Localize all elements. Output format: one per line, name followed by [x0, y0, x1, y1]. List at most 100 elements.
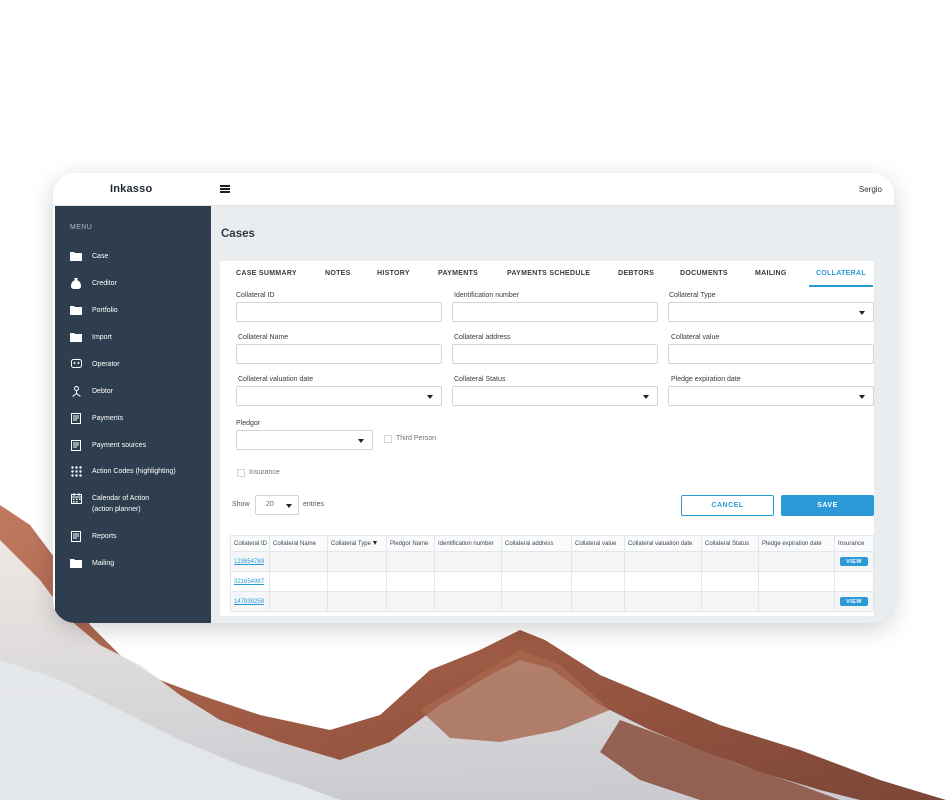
table-cell	[624, 571, 702, 592]
collateral-type-select[interactable]	[668, 302, 874, 322]
sidebar-item-label: Operator	[92, 361, 120, 368]
tab-collateral[interactable]: COLLATERAL	[816, 270, 866, 277]
collateral-name-label: Collateral Name	[238, 334, 289, 341]
sidebar-item-label: Payments	[92, 415, 124, 422]
tab-payments[interactable]: PAYMENTS	[438, 270, 478, 277]
column-header[interactable]: Collateral ID	[230, 535, 270, 552]
column-header[interactable]: Collateral valuation date	[624, 535, 702, 552]
pledgor-select[interactable]	[236, 430, 373, 450]
table-cell	[701, 591, 759, 612]
grid-dots-icon	[70, 466, 82, 477]
collateral-valuation-date-select[interactable]	[236, 386, 442, 406]
table-cell	[571, 571, 625, 592]
case-card: CASE SUMMARY NOTES HISTORY PAYMENTS PAYM…	[220, 261, 874, 616]
sidebar-item-label: Calendar of Action (action planner)	[92, 493, 149, 515]
table-cell: 123654789	[230, 551, 270, 572]
table-cell	[758, 551, 835, 572]
identification-number-input[interactable]	[452, 302, 658, 322]
document-icon	[70, 531, 82, 542]
app-window: Inkasso Sergio MENU Case Creditor Portfo…	[53, 173, 894, 623]
sidebar-item-label-line2: (action planner)	[92, 506, 141, 513]
cancel-button[interactable]: CANCEL	[681, 495, 774, 516]
table-cell	[571, 591, 625, 612]
table-cell	[701, 551, 759, 572]
column-header[interactable]: Collateral Name	[269, 535, 328, 552]
active-tab-indicator	[809, 285, 873, 287]
sidebar-item-label: Action Codes (highlighting)	[92, 468, 176, 475]
collateral-address-label: Collateral address	[454, 334, 511, 341]
sidebar-item-portfolio[interactable]: Portfolio	[70, 305, 118, 316]
tab-case-summary[interactable]: CASE SUMMARY	[236, 270, 297, 277]
sidebar-item-debtor[interactable]: Debtor	[70, 386, 113, 397]
column-header[interactable]: Collateral value	[571, 535, 625, 552]
sidebar-item-operator[interactable]: Operator	[70, 359, 120, 370]
operator-icon	[70, 359, 82, 370]
menu-title: MENU	[70, 224, 93, 231]
view-insurance-button[interactable]: VIEW	[840, 557, 868, 566]
insurance-label: Insurance	[249, 469, 280, 476]
collateral-name-input[interactable]	[236, 344, 442, 364]
collateral-id-label: Collateral ID	[236, 292, 275, 299]
column-header[interactable]: Collateral Status	[701, 535, 759, 552]
tab-payments-schedule[interactable]: PAYMENTS SCHEDULE	[507, 270, 590, 277]
column-header-label: Collateral Type	[331, 540, 371, 547]
table-cell: VIEW	[834, 591, 874, 612]
table-cell	[327, 571, 387, 592]
entries-label: entries	[303, 501, 325, 508]
sidebar-item-payments[interactable]: Payments	[70, 413, 123, 424]
sidebar-item-label: Debtor	[92, 388, 114, 395]
tab-debtors[interactable]: DEBTORS	[618, 270, 654, 277]
collateral-value-input[interactable]	[668, 344, 874, 364]
collateral-id-link[interactable]: 147939258	[234, 599, 264, 605]
collateral-id-input[interactable]	[236, 302, 442, 322]
sidebar-item-calendar[interactable]: Calendar of Action (action planner)	[70, 493, 149, 515]
view-insurance-button[interactable]: VIEW	[840, 597, 868, 606]
sidebar-item-creditor[interactable]: Creditor	[70, 278, 117, 289]
column-header[interactable]: Insurance	[834, 535, 874, 552]
page-title: Cases	[221, 228, 255, 240]
main-content: Cases CASE SUMMARY NOTES HISTORY PAYMENT…	[211, 206, 894, 623]
user-name[interactable]: Sergio	[859, 185, 882, 194]
collateral-address-input[interactable]	[452, 344, 658, 364]
sidebar-item-import[interactable]: Import	[70, 332, 112, 343]
column-header[interactable]: Identification number	[434, 535, 502, 552]
table-cell	[624, 591, 702, 612]
tab-notes[interactable]: NOTES	[325, 270, 351, 277]
tab-history[interactable]: HISTORY	[377, 270, 410, 277]
insurance-checkbox[interactable]	[237, 469, 245, 477]
sidebar-item-action-codes[interactable]: Action Codes (highlighting)	[70, 466, 176, 477]
table-cell	[327, 591, 387, 612]
collateral-value-label: Collateral value	[671, 334, 720, 341]
collateral-status-select[interactable]	[452, 386, 658, 406]
column-header-sorted[interactable]: Collateral Type	[327, 535, 387, 552]
table-cell	[701, 571, 759, 592]
table-header-row: Collateral ID Collateral Name Collateral…	[230, 535, 874, 552]
table-cell	[386, 571, 435, 592]
table-cell: 321654987	[230, 571, 270, 592]
folder-icon	[70, 251, 82, 262]
collateral-valuation-date-label: Collateral valuation date	[238, 376, 314, 383]
column-header[interactable]: Pledgor Name	[386, 535, 435, 552]
table-cell	[327, 551, 387, 572]
collateral-id-link[interactable]: 321654987	[234, 579, 264, 585]
entries-per-page-select[interactable]: 20	[255, 495, 299, 515]
tab-bar: CASE SUMMARY NOTES HISTORY PAYMENTS PAYM…	[220, 261, 874, 288]
tab-documents[interactable]: DOCUMENTS	[680, 270, 728, 277]
save-button[interactable]: SAVE	[781, 495, 874, 516]
table-cell	[269, 551, 328, 572]
sidebar-item-label: Import	[92, 334, 112, 341]
pledge-expiration-date-select[interactable]	[668, 386, 874, 406]
pledge-expiration-date-label: Pledge expiration date	[671, 376, 741, 383]
table-row: 147939258 VIEW	[230, 591, 874, 612]
sidebar-item-mailing[interactable]: Mailing	[70, 558, 114, 569]
tab-mailing[interactable]: MAILING	[755, 270, 787, 277]
column-header[interactable]: Collateral address	[501, 535, 572, 552]
third-person-checkbox[interactable]	[384, 435, 392, 443]
chevron-down-icon	[643, 395, 649, 399]
sidebar-item-case[interactable]: Case	[70, 251, 108, 262]
column-header[interactable]: Pledge expiration date	[758, 535, 835, 552]
sidebar-item-payment-sources[interactable]: Payment sources	[70, 440, 146, 451]
sidebar-item-reports[interactable]: Reports	[70, 531, 117, 542]
collateral-id-link[interactable]: 123654789	[234, 559, 264, 565]
hamburger-menu-icon[interactable]	[220, 185, 230, 193]
